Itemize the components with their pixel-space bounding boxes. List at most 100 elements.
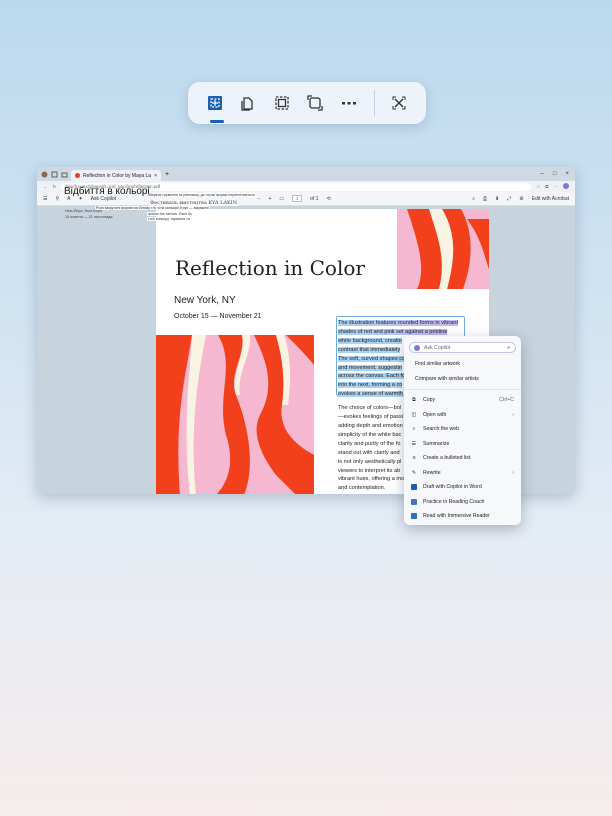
toolbar-divider	[373, 90, 375, 116]
page-dates: October 15 — November 21	[174, 313, 262, 320]
edit-with-acrobat-button[interactable]: Edit with Acrobat	[532, 196, 569, 202]
zoom-out-button[interactable]: −	[258, 196, 261, 202]
maximize-icon[interactable]: □	[553, 171, 557, 177]
tab-title: Reflection in Color by Maya Larkin	[83, 172, 152, 179]
rotate-icon[interactable]: ⟲	[326, 196, 330, 202]
send-icon[interactable]: ➤	[507, 345, 511, 351]
tab-close-icon[interactable]: ×	[154, 173, 157, 179]
menu-label: Summarize	[423, 440, 450, 447]
tab-actions-icon[interactable]	[61, 171, 68, 178]
selected-line: across the canvas. Each fo	[338, 373, 406, 380]
word-icon	[411, 484, 417, 491]
menu-item-compare-artists[interactable]: Compare with similar artists	[404, 372, 521, 387]
tab-strip: Reflection in Color by Maya Larkin × + –…	[37, 167, 575, 181]
menu-item-draft-word[interactable]: Draft with Copilot in Word	[404, 480, 521, 495]
selected-line: The illustration features rounded forms …	[338, 320, 459, 326]
window-snip-icon	[241, 97, 253, 111]
menu-item-immersive-reader[interactable]: Read with Immersive Reader	[404, 509, 521, 524]
close-icon	[392, 96, 406, 110]
selected-line: evokes a sense of warmth	[338, 391, 403, 398]
menu-label: Compare with similar artists	[415, 375, 479, 382]
extensions-icon[interactable]: ⧉	[545, 184, 548, 189]
window-close-icon[interactable]: ×	[565, 171, 569, 177]
menu-item-find-similar[interactable]: Find similar artwork	[404, 357, 521, 372]
search-icon[interactable]: ⌕	[472, 196, 475, 202]
menu-label: Rewrite	[423, 469, 441, 476]
selected-line: The soft, curved shapes co	[338, 355, 406, 362]
freeform-snip-icon	[307, 95, 323, 111]
favorite-star-icon[interactable]: ☆	[536, 184, 540, 190]
page-total: of 1	[310, 195, 319, 202]
menu-label: Copy	[423, 397, 436, 404]
menu-label: Search the web	[423, 426, 460, 433]
translation-snippet: across the canvas. Each flo	[147, 212, 193, 216]
text-line: is not only aesthetically pl	[338, 458, 402, 465]
copilot-icon[interactable]	[563, 183, 569, 190]
ask-copilot-input[interactable]: Ask Copilot ➤	[409, 342, 516, 353]
pdf-settings-icon[interactable]: ⚙	[519, 196, 523, 202]
close-button[interactable]	[383, 85, 417, 121]
more-options-button[interactable]	[332, 85, 366, 121]
workspaces-icon[interactable]	[51, 171, 58, 178]
translation-snippet: Різні закручені форми на білому тлі, чіт…	[95, 206, 210, 210]
back-icon[interactable]: ←	[43, 184, 48, 189]
rectangle-snip-icon	[207, 96, 222, 110]
fit-page-icon[interactable]: ▭	[279, 196, 284, 202]
window-controls: – □ ×	[541, 171, 575, 177]
copy-icon: ⧉	[412, 396, 416, 403]
screen-frame: Reflection in Color by Maya Larkin × + –…	[0, 0, 612, 816]
shortcut-label: Ctrl+C	[499, 397, 514, 404]
context-menu: Ask Copilot ➤ Find similar artwork Compa…	[404, 336, 521, 525]
menu-item-search-web[interactable]: ⌕ Search the web	[404, 422, 521, 437]
menu-item-copy[interactable]: ⧉ Copy Ctrl+C	[404, 393, 521, 408]
artwork-main	[156, 335, 314, 494]
menu-label: Read with Immersive Reader	[423, 513, 490, 520]
new-tab-icon[interactable]: +	[165, 171, 169, 178]
menu-item-summarize[interactable]: ☰ Summarize	[404, 437, 521, 452]
text-line: —evokes feelings of passi	[338, 414, 403, 421]
refresh-icon[interactable]: ↻	[53, 184, 57, 190]
list-icon: ≡	[412, 455, 416, 462]
tab-reflection[interactable]: Reflection in Color by Maya Larkin ×	[71, 170, 161, 181]
more-icon	[341, 102, 356, 105]
menu-separator	[404, 389, 521, 390]
freeform-snip-button[interactable]	[299, 85, 333, 121]
reading-coach-icon	[411, 498, 417, 505]
contents-icon[interactable]: ☰	[43, 196, 47, 202]
menu-item-rewrite[interactable]: ✎ Rewrite ›	[404, 466, 521, 481]
menu-item-bulleted-list[interactable]: ≡ Create a bulleted list	[404, 451, 521, 466]
selected-line: contrast that immediately	[338, 346, 401, 353]
selected-line: and movement, suggestin	[338, 364, 403, 371]
menu-item-open-with[interactable]: ◫ Open with ›	[404, 408, 521, 423]
menu-label: Open with	[423, 411, 447, 418]
menu-label: Create a bulleted list	[423, 455, 471, 462]
page-city: New York, NY	[174, 295, 236, 306]
text-line: vibrant hues, offering a mo	[338, 476, 405, 483]
save-icon[interactable]: ⬇	[495, 196, 499, 202]
translation-snippet: зберігає гармонію та рівновагу, де гнучк…	[147, 193, 256, 197]
rectangle-snip-button[interactable]	[198, 85, 232, 123]
pdf-favicon-icon	[75, 173, 80, 178]
translation-snippet: того кольору, гармонія та	[147, 217, 191, 221]
menu-label: Find similar artwork	[415, 361, 460, 368]
page-number-input[interactable]: 1	[292, 195, 303, 202]
chevron-right-icon: ›	[512, 411, 514, 418]
menu-label: Practice in Reading Coach	[423, 498, 485, 505]
text-line: The choice of colors—bol	[338, 405, 402, 412]
ask-placeholder: Ask Copilot	[424, 344, 451, 351]
fullscreen-snip-button[interactable]	[265, 85, 299, 121]
profile-icon[interactable]	[41, 171, 48, 178]
page-heading: Reflection in Color	[172, 256, 368, 280]
filter-icon[interactable]: ⚲	[55, 196, 59, 202]
menu-item-reading-coach[interactable]: Practice in Reading Coach	[404, 495, 521, 510]
print-icon[interactable]: ⎙	[483, 196, 487, 202]
settings-icon[interactable]: ⋯	[554, 184, 559, 190]
text-line: viewers to interpret its ab	[338, 467, 401, 474]
fullscreen-icon[interactable]: ⤢	[507, 196, 511, 202]
window-snip-button[interactable]	[232, 85, 266, 121]
artwork-top	[397, 209, 489, 289]
minimize-icon[interactable]: –	[541, 171, 544, 177]
zoom-in-button[interactable]: +	[268, 196, 271, 202]
text-line: simplicity of the white bac	[338, 431, 402, 438]
text-line: and contemplation.	[338, 485, 386, 492]
